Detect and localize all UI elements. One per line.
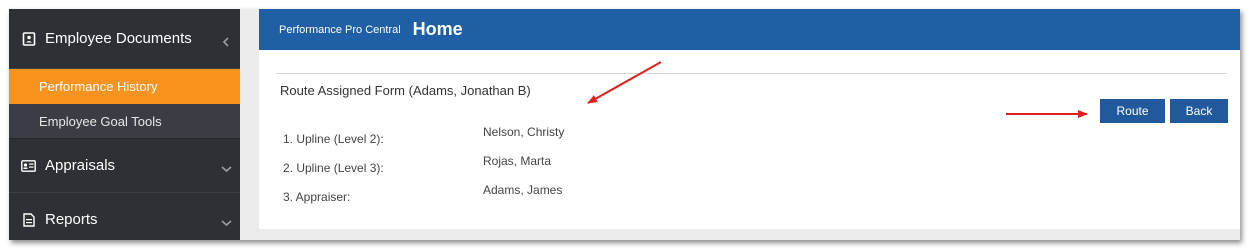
route-level-label: 3. Appraiser: xyxy=(283,190,351,204)
route-level-value: Rojas, Marta xyxy=(483,154,552,168)
sidebar-item-label: Performance History xyxy=(39,79,158,94)
back-button[interactable]: Back xyxy=(1170,99,1228,123)
main-panel: Performance Pro Central Home Route Assig… xyxy=(259,9,1240,229)
sidebar-item-performance-history[interactable]: Performance History xyxy=(9,69,240,104)
route-level-value: Adams, James xyxy=(483,183,563,197)
sidebar: Employee Documents Performance History E… xyxy=(9,9,240,240)
sidebar-section-label: Appraisals xyxy=(45,157,116,174)
sidebar-section-label: Employee Documents xyxy=(45,30,192,47)
route-level-label: 2. Upline (Level 3): xyxy=(283,161,384,175)
sidebar-section-employee-documents[interactable]: Employee Documents xyxy=(9,9,240,69)
route-button[interactable]: Route xyxy=(1100,99,1165,123)
app-window: Employee Documents Performance History E… xyxy=(9,9,1240,240)
route-level-value: Nelson, Christy xyxy=(483,125,565,139)
document-icon xyxy=(21,31,36,46)
sidebar-item-label: Employee Goal Tools xyxy=(39,113,162,129)
sidebar-section-reports[interactable]: Reports xyxy=(9,193,240,240)
sidebar-section-label: Reports xyxy=(45,211,98,228)
chevron-left-icon xyxy=(221,34,231,47)
id-card-icon xyxy=(21,158,36,173)
sidebar-item-employee-goal-tools[interactable]: Employee Goal Tools xyxy=(9,104,240,139)
sidebar-section-appraisals[interactable]: Appraisals xyxy=(9,139,240,193)
chevron-down-icon xyxy=(221,161,232,172)
report-icon xyxy=(21,212,36,227)
route-level-label: 1. Upline (Level 2): xyxy=(283,132,384,146)
section-divider xyxy=(276,73,1227,74)
header-bar: Performance Pro Central Home xyxy=(259,9,1240,50)
chevron-down-icon xyxy=(221,215,232,226)
form-title: Route Assigned Form (Adams, Jonathan B) xyxy=(280,83,531,98)
page-title: Home xyxy=(412,19,463,39)
brand-name: Performance Pro Central xyxy=(279,23,401,36)
